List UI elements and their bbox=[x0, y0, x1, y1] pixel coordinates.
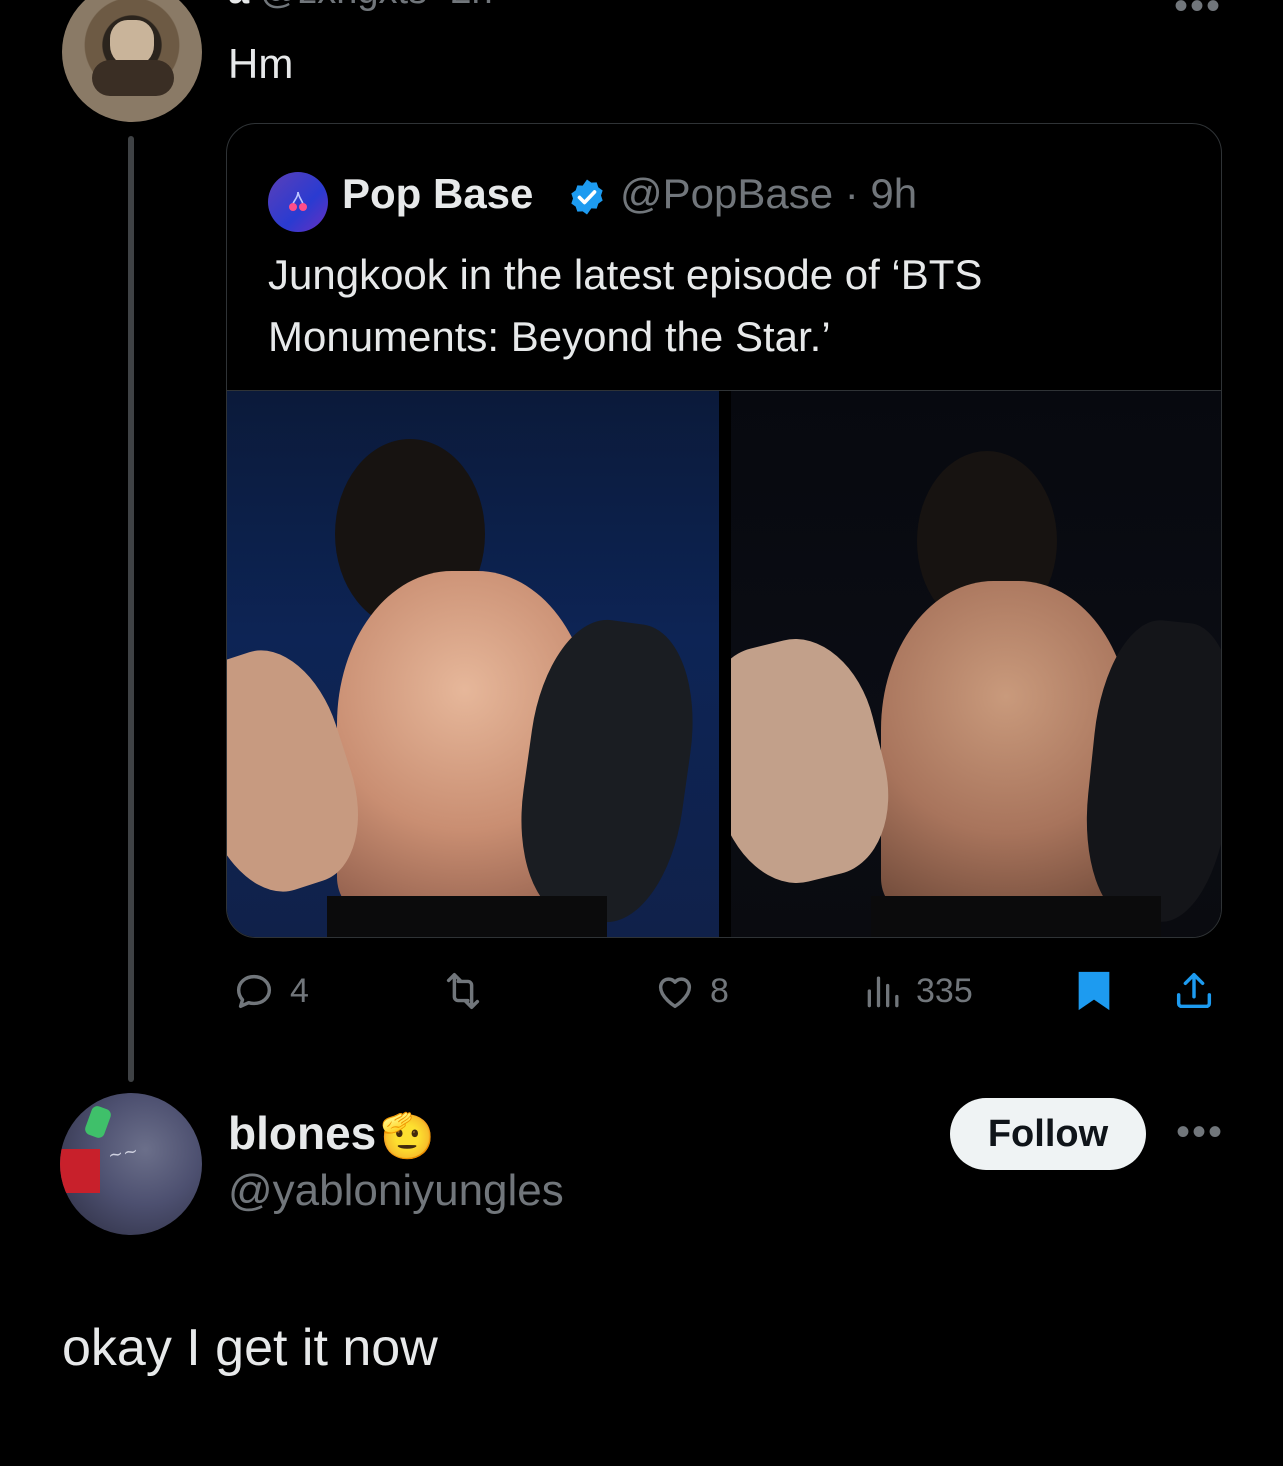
author-name[interactable]: a bbox=[228, 0, 249, 12]
reply-author-name[interactable]: blones bbox=[228, 1106, 376, 1160]
photo-waistband bbox=[327, 896, 607, 937]
views-button[interactable]: 335 bbox=[862, 968, 973, 1014]
quoted-tweet-time[interactable]: · 9h bbox=[845, 170, 917, 217]
more-options-icon[interactable]: ••• bbox=[1174, 0, 1222, 29]
media-photo-right[interactable] bbox=[731, 391, 1221, 937]
avatar-scarf bbox=[92, 60, 174, 96]
reply-count: 4 bbox=[290, 971, 309, 1010]
salute-emoji-icon: 🫡 bbox=[380, 1112, 435, 1161]
retweet-icon bbox=[446, 972, 480, 1010]
views-count: 335 bbox=[916, 971, 973, 1010]
tweet-text: Hm bbox=[228, 40, 294, 87]
heart-icon bbox=[658, 977, 692, 1009]
reply-author-avatar[interactable]: ~~ bbox=[60, 1093, 202, 1235]
like-count: 8 bbox=[710, 971, 729, 1010]
thread-line bbox=[128, 136, 134, 1082]
reply-author-handle[interactable]: @yabloniyungles bbox=[228, 1166, 564, 1216]
tweet-header: a @zxngxts· 2h bbox=[228, 0, 493, 13]
quoted-author-avatar[interactable] bbox=[268, 172, 328, 232]
bookmark-icon bbox=[1078, 971, 1110, 1011]
avatar-green-shape bbox=[83, 1104, 113, 1140]
reply-button[interactable]: 4 bbox=[228, 968, 309, 1014]
quoted-author-handle[interactable]: @PopBase · 9h bbox=[620, 170, 917, 218]
media-photo-left[interactable] bbox=[227, 391, 719, 937]
share-icon bbox=[1176, 972, 1212, 1009]
photo-waistband bbox=[871, 896, 1161, 937]
avatar-red-shape bbox=[60, 1149, 100, 1193]
retweet-button[interactable] bbox=[436, 968, 500, 1014]
reply-tweet-text: okay I get it now bbox=[62, 1319, 438, 1377]
share-button[interactable] bbox=[1170, 968, 1218, 1014]
like-button[interactable]: 8 bbox=[650, 968, 729, 1014]
avatar-scribble: ~~ bbox=[106, 1140, 140, 1167]
reply-icon bbox=[236, 974, 272, 1009]
follow-button[interactable]: Follow bbox=[950, 1098, 1146, 1170]
quoted-author-name[interactable]: Pop Base bbox=[342, 170, 533, 218]
quoted-tweet-text: Jungkook in the latest episode of ‘BTS M… bbox=[268, 251, 983, 360]
verified-badge-icon bbox=[571, 179, 603, 215]
bookmark-button[interactable] bbox=[1074, 968, 1114, 1014]
media-grid bbox=[227, 390, 1221, 937]
author-handle[interactable]: @zxngxts bbox=[260, 0, 427, 12]
author-avatar[interactable] bbox=[62, 0, 202, 122]
views-chart-icon bbox=[867, 976, 899, 1008]
quoted-tweet-card[interactable]: Pop Base @PopBase · 9h Jungkook in the l… bbox=[226, 123, 1222, 938]
tweet-time[interactable]: · 2h bbox=[427, 0, 492, 12]
more-options-icon[interactable]: ••• bbox=[1176, 1110, 1224, 1155]
cherry-icon bbox=[289, 191, 307, 211]
